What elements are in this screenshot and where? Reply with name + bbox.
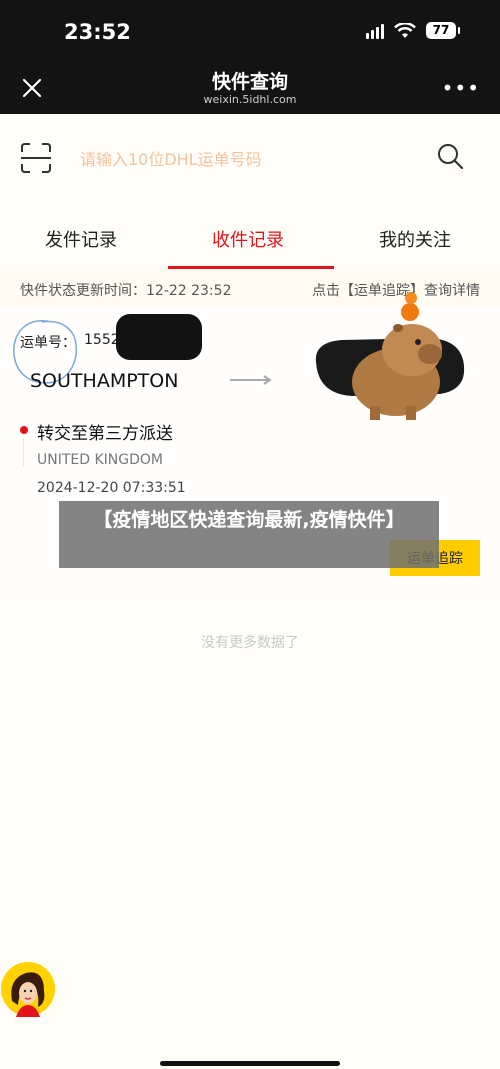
no-more-data-text: 没有更多数据了: [201, 635, 299, 651]
page-title: 快件查询: [211, 71, 288, 93]
tab-my-follows[interactable]: 我的关注: [379, 226, 451, 252]
waybill-label: 运单号：: [20, 335, 76, 351]
arrow-right-icon: [230, 375, 272, 385]
page-url: weixin.5idhl.com: [203, 93, 297, 106]
more-menu-icon[interactable]: •••: [442, 76, 480, 100]
scan-icon[interactable]: [20, 142, 52, 174]
overlay-banner: 【疫情地区快递查询最新,疫情快件】: [59, 501, 439, 568]
capybara-sticker-image: [315, 292, 465, 420]
home-indicator: [160, 1061, 340, 1066]
status-icons: 77: [366, 22, 460, 39]
status-bar: 23:52 77: [0, 0, 500, 62]
nav-bar: 快件查询 weixin.5idhl.com •••: [0, 62, 500, 114]
tab-received-records[interactable]: 收件记录: [212, 226, 284, 252]
status-time: 23:52: [64, 20, 131, 44]
battery-icon: 77: [426, 22, 460, 39]
tab-sent-records[interactable]: 发件记录: [45, 226, 117, 252]
tab-bar: 发件记录 收件记录 我的关注: [0, 212, 500, 268]
search-bar: [0, 114, 500, 206]
waybill-number: 1552: [84, 332, 120, 348]
signal-icon: [366, 23, 384, 39]
active-tab-indicator: [168, 266, 334, 269]
destination-city: SOUTHAMPTON: [30, 370, 179, 392]
shipment-location: UNITED KINGDOM: [37, 452, 163, 468]
status-dot: [20, 426, 28, 434]
search-icon[interactable]: [436, 142, 464, 170]
waybill-search-input[interactable]: [78, 144, 412, 174]
redaction-scribble: [116, 314, 202, 360]
update-time-text: 快件状态更新时间：12-22 23:52: [20, 283, 232, 299]
timeline-line: [23, 438, 24, 466]
shipment-status: 转交至第三方派送: [37, 424, 173, 444]
shipment-timestamp: 2024-12-20 07:33:51: [37, 480, 186, 496]
customer-service-avatar[interactable]: [0, 961, 56, 1017]
wifi-icon: [394, 22, 416, 38]
